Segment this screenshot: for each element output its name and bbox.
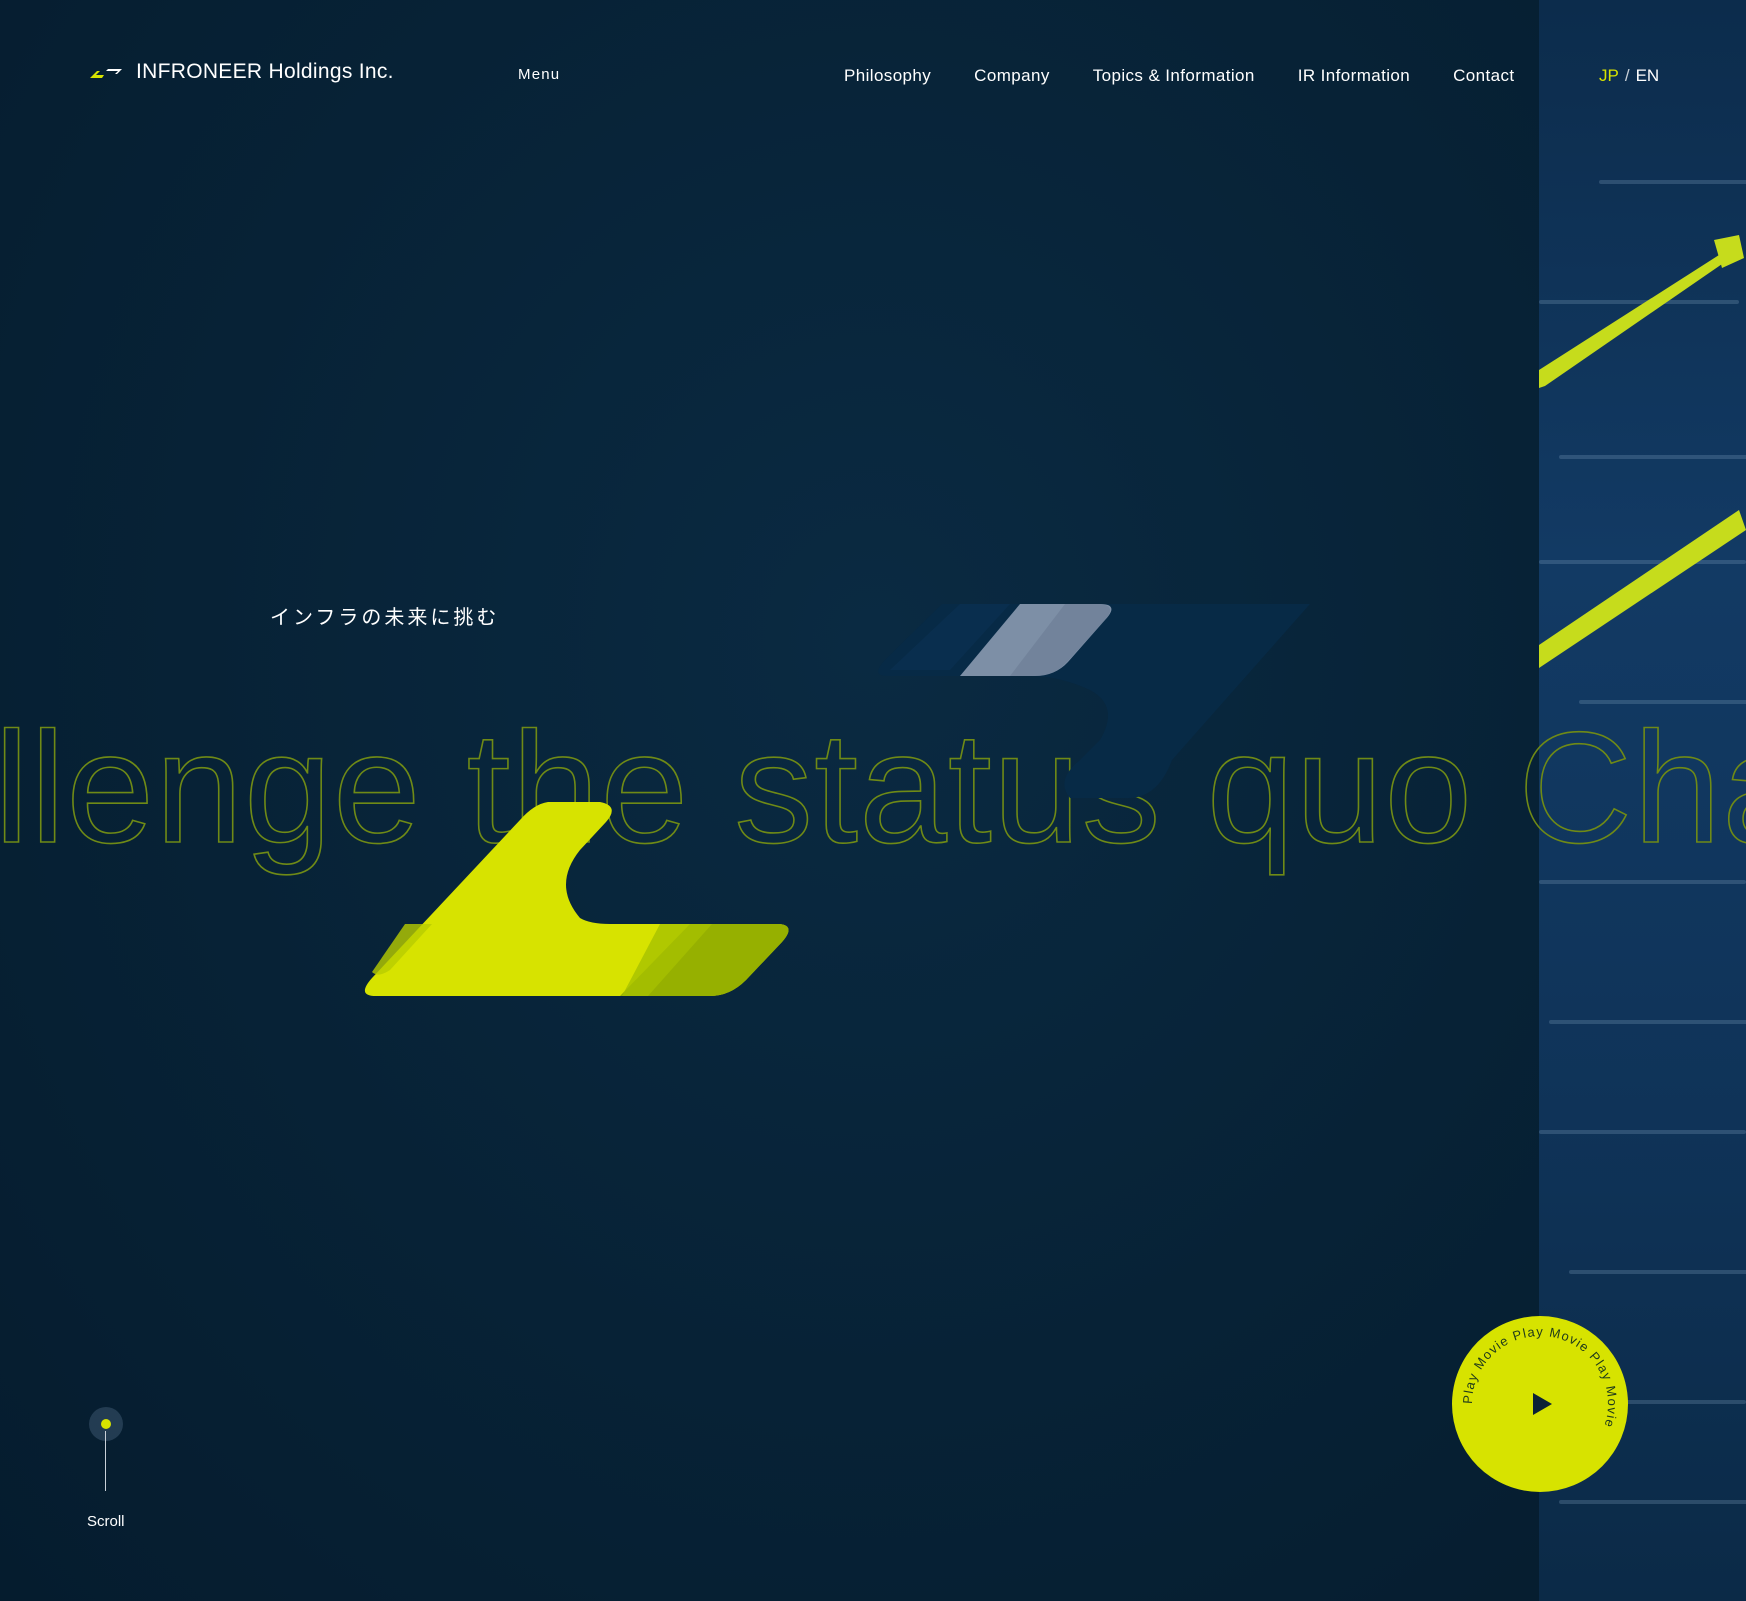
language-switcher: JP / EN (1599, 66, 1659, 86)
logo[interactable]: INFRONEER Holdings Inc. (88, 60, 394, 84)
site-header: INFRONEER Holdings Inc. Menu Philosophy … (0, 0, 1746, 150)
scroll-line (105, 1431, 106, 1491)
nav-philosophy[interactable]: Philosophy (844, 66, 931, 86)
svg-text:Play Movie Play Movie Play Mov: Play Movie Play Movie Play Movie (1460, 1324, 1620, 1430)
hero-tagline: インフラの未来に挑む (270, 605, 500, 629)
hero-page: INFRONEER Holdings Inc. Menu Philosophy … (0, 0, 1746, 1601)
scroll-indicator[interactable]: Scroll (87, 1405, 127, 1535)
nav-company[interactable]: Company (974, 66, 1050, 86)
logo-mark-icon (90, 69, 122, 78)
lang-separator: / (1624, 66, 1630, 85)
play-movie-button[interactable]: Play Movie Play Movie Play Movie (1452, 1316, 1628, 1492)
play-movie-ring-text: Play Movie Play Movie Play Movie (1460, 1324, 1619, 1430)
logo-text: INFRONEER Holdings Inc. (136, 60, 394, 83)
play-icon (1533, 1393, 1552, 1415)
nav-topics-information[interactable]: Topics & Information (1093, 66, 1255, 86)
scroll-knob (101, 1419, 111, 1429)
menu-button[interactable]: Menu (518, 66, 560, 83)
marquee-text: llenge the status quo Challe (0, 700, 1746, 876)
nav-ir-information[interactable]: IR Information (1298, 66, 1410, 86)
scroll-label: Scroll (87, 1513, 125, 1530)
play-movie-ring: Play Movie Play Movie Play Movie (1460, 1324, 1620, 1430)
lang-jp[interactable]: JP (1599, 66, 1619, 85)
main-nav: Philosophy Company Topics & Information … (844, 66, 1515, 86)
nav-contact[interactable]: Contact (1453, 66, 1514, 86)
hero-marquee: llenge the status quo Challe (0, 700, 1746, 877)
lang-en[interactable]: EN (1636, 66, 1660, 85)
